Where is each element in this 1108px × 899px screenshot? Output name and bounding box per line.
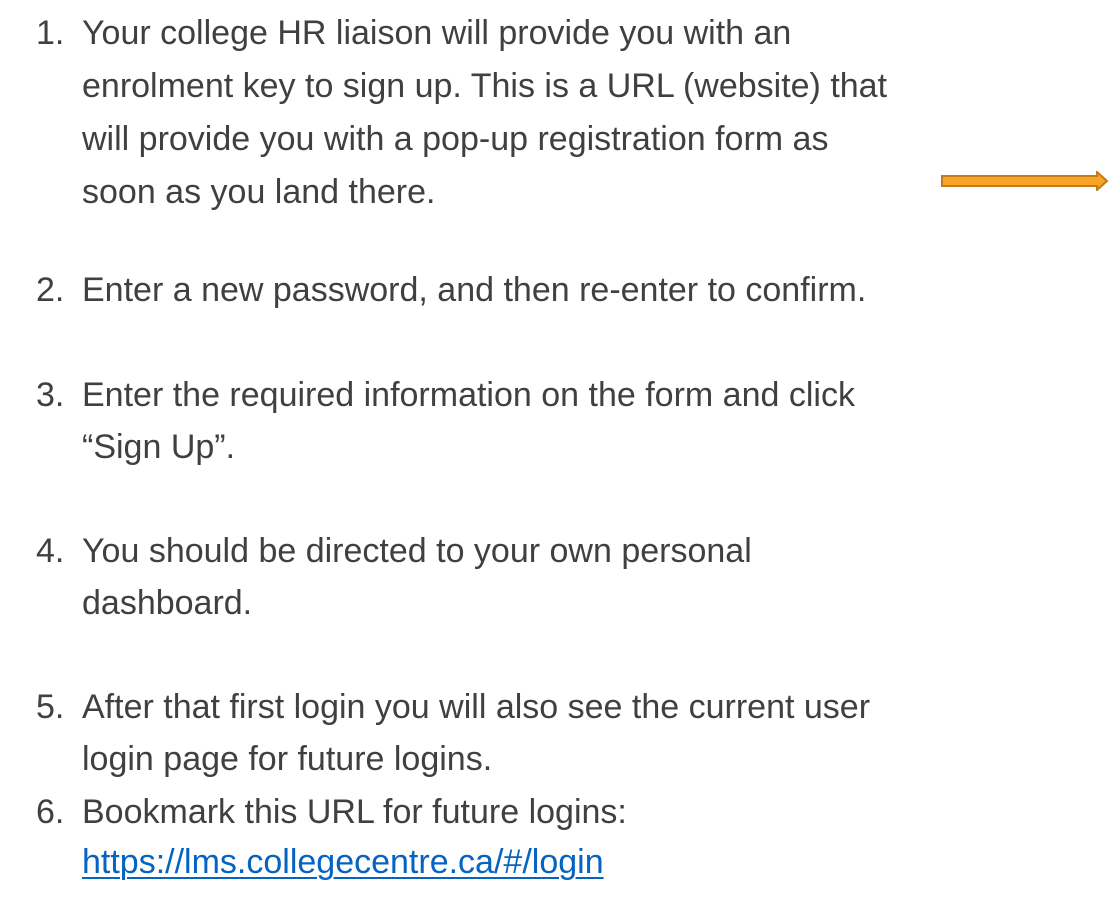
- step-text-line: Bookmark this URL for future logins:: [82, 793, 627, 831]
- step-text-line: login page for future logins.: [82, 740, 493, 778]
- step-text-line: After that first login you will also see…: [82, 688, 871, 726]
- step-text-line: Your college HR liaison will provide you…: [82, 14, 792, 52]
- step-text-line: will provide you with a pop-up registrat…: [82, 120, 829, 158]
- step-number: 2.: [36, 271, 65, 309]
- step-text-line: You should be directed to your own perso…: [82, 532, 752, 570]
- arrow-right-icon: [941, 171, 1108, 191]
- login-url-link[interactable]: https://lms.collegecentre.ca/#/login: [82, 837, 604, 887]
- step-text-line: soon as you land there.: [82, 173, 436, 211]
- step-text-line: enrolment key to sign up. This is a URL …: [82, 67, 888, 105]
- step-number: 1.: [36, 14, 65, 52]
- step-number: 6.: [36, 793, 65, 831]
- step-text-line: dashboard.: [82, 584, 253, 622]
- step-text-line: “Sign Up”.: [82, 428, 236, 466]
- step-number: 4.: [36, 532, 65, 570]
- step-text-line: Enter a new password, and then re-enter …: [82, 271, 867, 309]
- step-number: 5.: [36, 688, 65, 726]
- step-number: 3.: [36, 376, 65, 414]
- step-text-line: Enter the required information on the fo…: [82, 376, 855, 414]
